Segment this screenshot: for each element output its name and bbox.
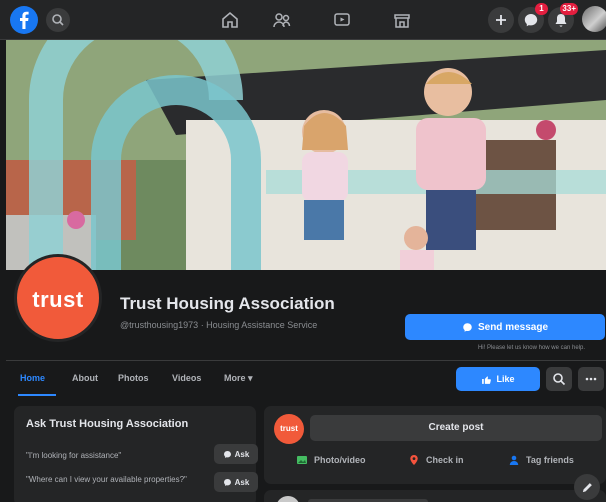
photo-video-label: Photo/video — [314, 455, 366, 465]
ask-button-label: Ask — [234, 449, 250, 459]
search-icon[interactable] — [46, 8, 70, 32]
notifications-bell-icon[interactable]: 33+ — [548, 3, 578, 33]
composer-avatar: trust — [274, 414, 304, 444]
ask-question-2: "Where can I view your available propert… — [26, 475, 187, 484]
tab-photos[interactable]: Photos — [118, 373, 149, 383]
ask-button-1[interactable]: Ask — [214, 444, 258, 464]
cover-photo[interactable] — [6, 40, 606, 270]
ask-page-card: Ask Trust Housing Association "I'm looki… — [14, 406, 258, 502]
photo-video-action[interactable]: Photo/video — [296, 454, 366, 466]
ask-question-1: "I'm looking for assistance" — [26, 451, 122, 460]
tab-home[interactable]: Home — [20, 373, 45, 383]
tab-videos[interactable]: Videos — [172, 373, 201, 383]
create-post-button[interactable]: Create post — [310, 415, 602, 441]
facebook-logo-icon[interactable] — [10, 6, 38, 34]
watch-icon[interactable] — [332, 10, 352, 30]
tag-friends-label: Tag friends — [526, 455, 574, 465]
home-icon[interactable] — [220, 10, 240, 30]
active-tab-indicator — [18, 394, 56, 396]
account-avatar[interactable] — [582, 6, 606, 32]
more-options-button[interactable] — [578, 367, 604, 391]
messenger-icon — [223, 478, 231, 486]
create-plus-icon[interactable] — [488, 7, 514, 33]
photo-icon — [297, 456, 307, 464]
page-profile-picture[interactable]: trust — [14, 254, 102, 342]
ask-button-label: Ask — [234, 477, 250, 487]
ask-button-2[interactable]: Ask — [214, 472, 258, 492]
tag-friends-action[interactable]: Tag friends — [508, 454, 574, 466]
messenger-icon[interactable]: 1 — [518, 3, 548, 33]
notifications-badge: 33+ — [560, 3, 578, 15]
top-navigation-bar: 1 33+ — [0, 0, 606, 40]
messenger-icon — [463, 322, 472, 332]
page-username-category: @trusthousing1973 · Housing Assistance S… — [120, 320, 318, 330]
facebook-page: 1 33+ trust Trust Housing Association @t… — [0, 0, 606, 502]
post-author-avatar — [276, 496, 300, 502]
check-in-action[interactable]: Check in — [408, 454, 464, 466]
thumbs-up-icon — [482, 375, 492, 384]
ask-card-title: Ask Trust Housing Association — [26, 418, 189, 430]
like-label: Like — [496, 374, 515, 384]
messenger-badge: 1 — [535, 3, 548, 15]
page-title: Trust Housing Association — [120, 294, 335, 313]
tab-about[interactable]: About — [72, 373, 98, 383]
ellipsis-icon — [585, 377, 597, 381]
feed-post-preview — [264, 490, 606, 502]
send-message-note: Hi! Please let us know how we can help. — [477, 345, 585, 351]
like-button[interactable]: Like — [456, 367, 540, 391]
search-icon — [553, 373, 566, 386]
create-post-card: trust Create post Photo/video Check in T… — [264, 406, 606, 484]
location-pin-icon — [410, 455, 418, 465]
trust-logo-text: trust — [32, 287, 84, 312]
check-in-label: Check in — [426, 455, 464, 465]
send-message-button[interactable]: Send message — [405, 314, 605, 340]
page-tab-bar: Home About Photos Videos More ▾ Like — [6, 360, 606, 396]
tag-friends-icon — [509, 455, 519, 465]
page-search-button[interactable] — [546, 367, 572, 391]
new-message-button[interactable] — [574, 474, 600, 500]
send-message-label: Send message — [477, 321, 549, 333]
marketplace-icon[interactable] — [392, 10, 412, 30]
tab-more[interactable]: More ▾ — [224, 373, 253, 384]
friends-icon[interactable] — [272, 10, 292, 30]
compose-icon — [582, 482, 592, 492]
messenger-icon — [223, 450, 231, 458]
